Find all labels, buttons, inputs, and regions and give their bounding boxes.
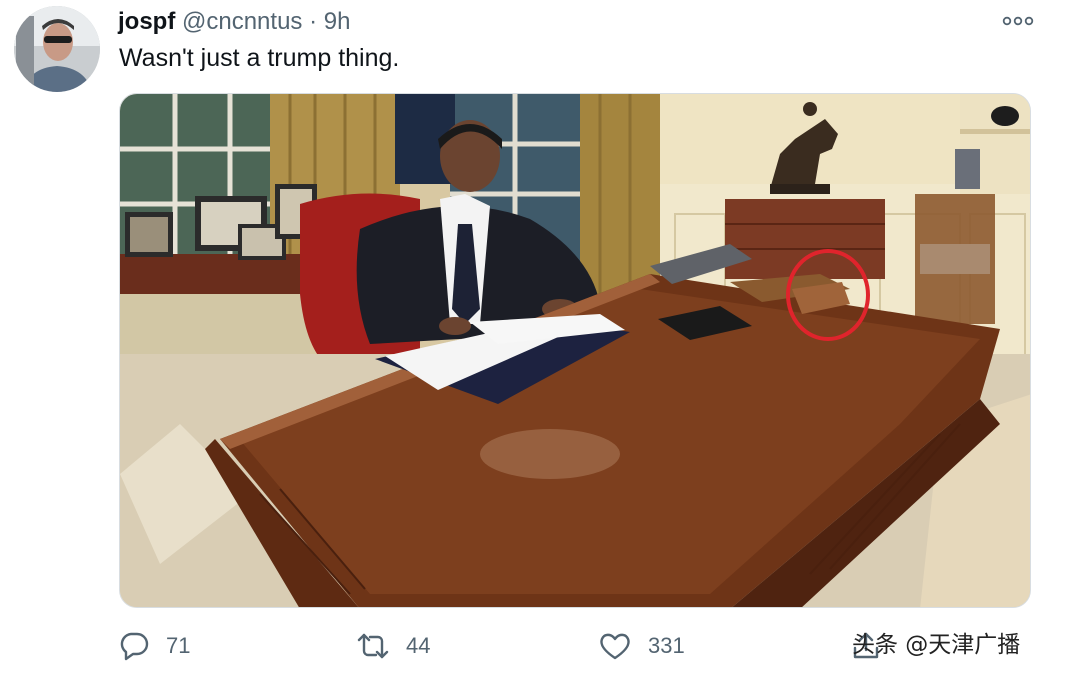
more-options-button[interactable] — [1000, 8, 1036, 32]
user-handle[interactable]: @cncnntus — [182, 8, 302, 35]
heart-icon — [600, 633, 630, 660]
tweet-media[interactable] — [119, 93, 1031, 608]
retweet-button[interactable]: 44 — [356, 626, 430, 666]
retweet-icon — [357, 633, 389, 659]
tweet-header: jospf @cncnntus · 9h — [118, 8, 350, 36]
oval-office-photo — [120, 94, 1030, 607]
timestamp[interactable]: 9h — [324, 8, 351, 35]
retweet-count: 44 — [406, 633, 431, 658]
tweet-text: Wasn't just a trump thing. — [119, 44, 400, 72]
reply-icon — [120, 632, 149, 661]
watermark: 头条 @天津广播 — [852, 632, 1021, 658]
more-horizontal-icon — [1002, 16, 1034, 26]
like-button[interactable]: 331 — [598, 626, 685, 666]
avatar[interactable] — [14, 6, 100, 92]
reply-button[interactable]: 71 — [118, 626, 190, 666]
like-count: 331 — [648, 633, 685, 658]
reply-count: 71 — [166, 633, 191, 658]
separator-dot: · — [309, 8, 318, 35]
avatar-image — [14, 6, 100, 92]
display-name[interactable]: jospf — [118, 8, 175, 35]
